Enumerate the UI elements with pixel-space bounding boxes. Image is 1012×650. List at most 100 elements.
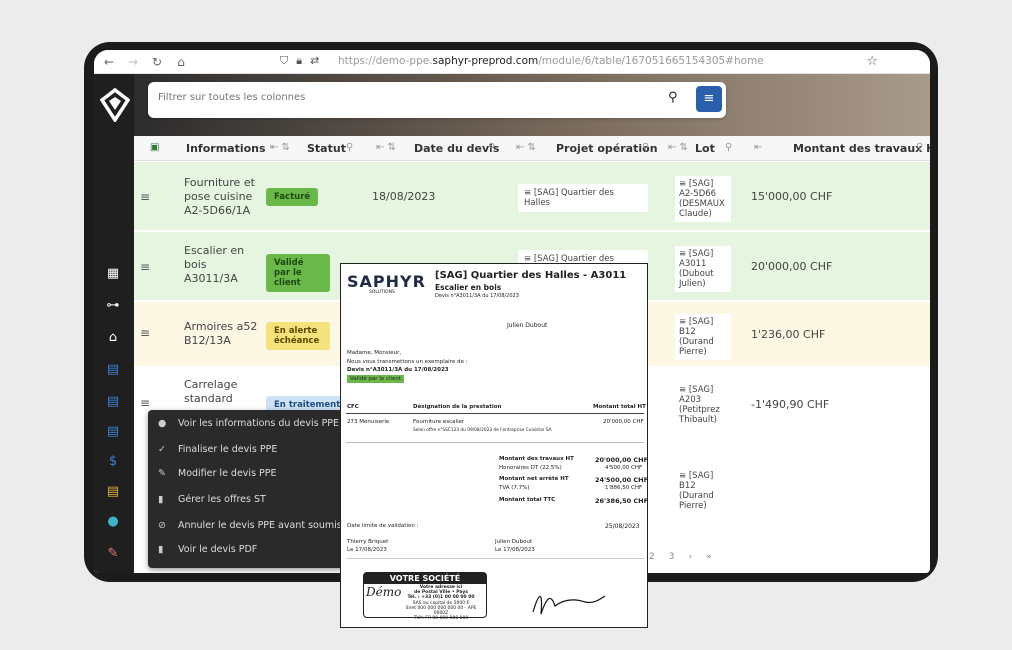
column-total: Montant total HT <box>593 404 646 410</box>
status-badge: Facturé <box>266 188 319 206</box>
stamp-signature: Démo <box>366 585 402 599</box>
sort-icon[interactable]: ⇤ ⇅ <box>668 142 688 153</box>
row-menu-icon[interactable]: ≡ <box>140 326 150 340</box>
document-icon[interactable]: ▤ <box>104 394 122 410</box>
search-icon[interactable]: ⚲ <box>668 90 678 105</box>
context-menu: ● Voir les informations du devis PPE ✓ Fin… <box>148 410 376 568</box>
building-icon[interactable]: ▦ <box>104 266 122 282</box>
lot-chip[interactable]: ≡ [SAG] B12 (Durand Pierre) <box>675 314 731 360</box>
total-label: Honoraires DT (22.5%) <box>499 465 562 471</box>
line-amount: 20'000,00 CHF <box>603 419 644 425</box>
address-bar[interactable]: https://demo-ppe.saphyr-preprod.com/modu… <box>338 55 764 67</box>
eye-icon: ● <box>158 418 167 429</box>
user-icon[interactable]: ● <box>104 514 122 530</box>
divider <box>346 558 644 559</box>
menu-item-view-info[interactable]: ● Voir les informations du devis PPE <box>158 418 339 429</box>
menu-item-view-pdf[interactable]: ▮ Voir le devis PDF <box>158 544 257 555</box>
table-row[interactable]: ≡ Fourniture et pose cuisine A2-5D66/1A Fa… <box>134 162 930 230</box>
sort-icon[interactable]: ⇤ ⇅ <box>270 142 290 153</box>
row-menu-icon[interactable]: ≡ <box>140 260 150 274</box>
search-icon[interactable]: ⚲ <box>488 142 495 153</box>
lot-chip[interactable]: ≡ [SAG] A2-5D66 (DESMAUX Claude) <box>675 176 731 222</box>
sort-icon[interactable]: ⇤ ⇅ <box>516 142 536 153</box>
table-header: ▣ Informations ⇤ ⇅ Statut ⚲ ⇤ ⇅ Date du … <box>134 136 930 161</box>
document-icon[interactable]: ▤ <box>104 424 122 440</box>
search-icon[interactable]: ⚲ <box>916 142 923 153</box>
shield-icon[interactable]: ⛉ <box>280 54 288 68</box>
last-page-link[interactable]: » <box>706 552 712 562</box>
column-header[interactable]: Montant des travaux HT <box>793 142 930 155</box>
stamp-line: Siret 000 000 000 000 00 - APE 0000Z <box>405 605 477 617</box>
status-badge: En alerte échéance <box>266 322 330 350</box>
paint-brush-icon[interactable]: ✎ <box>104 546 122 562</box>
signatory-right-date: Le 17/08/2023 <box>495 547 535 553</box>
column-header[interactable]: Statut <box>307 142 346 155</box>
signatory-left: Thierry Briquet <box>347 539 389 545</box>
filter-input[interactable] <box>158 92 638 103</box>
row-menu-icon[interactable]: ≡ <box>140 396 150 410</box>
page-link[interactable]: 2 <box>649 552 655 562</box>
permissions-icon[interactable]: ⇄ <box>310 54 319 68</box>
lot-chip[interactable]: ≡ [SAG] B12 (Durand Pierre) <box>675 468 731 514</box>
forward-icon[interactable]: → <box>124 55 142 69</box>
total-value: 24'500,00 CHF <box>595 476 648 484</box>
amount: -1'490,90 CHF <box>751 398 830 411</box>
reload-icon[interactable]: ↻ <box>148 55 166 69</box>
amount: 1'236,00 CHF <box>751 328 826 341</box>
stamp-title: VOTRE SOCIÉTÉ <box>364 573 486 584</box>
network-icon[interactable]: ⊶ <box>104 298 122 314</box>
browser-toolbar: ← → ↻ ⌂ ⛉ 🔒︎ ⇄ https://demo-ppe.saphyr-p… <box>94 50 930 74</box>
column-header[interactable]: Date du devis <box>414 142 499 155</box>
search-icon[interactable]: ⚲ <box>346 142 353 153</box>
quote-date: 18/08/2023 <box>372 190 436 203</box>
quote-reference: Devis n°A3011/3A du 17/08/2023 <box>347 367 449 373</box>
status-badge: Validé par le client <box>347 375 405 383</box>
total-value: 20'000,00 CHF <box>595 456 648 464</box>
file-icon: ▮ <box>158 544 164 555</box>
row-menu-icon[interactable]: ≡ <box>140 190 150 204</box>
menu-item-edit[interactable]: ✎ Modifier le devis PPE <box>158 468 277 479</box>
total-value: 1'886,50 CHF <box>605 485 643 491</box>
report-icon[interactable]: ▤ <box>104 484 122 500</box>
divider <box>346 442 644 443</box>
brand-logo: SAPHYR <box>347 272 426 291</box>
lot-chip[interactable]: ≡ [SAG] A3011 (Dubout Julien) <box>675 246 731 292</box>
column-header[interactable]: Lot <box>695 142 715 155</box>
status-badge: Validé par le client <box>266 254 330 292</box>
excel-export-icon[interactable]: ▣ <box>150 142 159 153</box>
project-chip[interactable]: ≡ [SAG] Quartier des Halles <box>518 184 648 212</box>
menu-button[interactable]: ≡ <box>696 86 722 112</box>
document-icon[interactable]: ▤ <box>104 362 122 378</box>
saphyr-logo[interactable] <box>100 88 130 122</box>
lot-chip[interactable]: ≡ [SAG] A203 (Petitprez Thibault) <box>675 382 731 428</box>
invoice-icon[interactable]: $ <box>104 454 122 470</box>
pagination: 2 3 › » <box>649 552 712 562</box>
amount: 15'000,00 CHF <box>751 190 833 203</box>
house-icon[interactable]: ⌂ <box>104 330 122 346</box>
recipient: Julien Dubout <box>507 322 548 329</box>
menu-item-finalize[interactable]: ✓ Finaliser le devis PPE <box>158 444 277 455</box>
next-page-link[interactable]: › <box>688 552 692 562</box>
search-icon[interactable]: ⚲ <box>642 142 649 153</box>
doc-subtitle: Escalier en bois <box>435 283 502 292</box>
greeting: Madame, Monsieur, <box>347 350 402 356</box>
back-icon[interactable]: ← <box>100 55 118 69</box>
bookmark-star-icon[interactable]: ☆ <box>866 54 878 69</box>
intro-text: Nous vous transmettons un exemplaire de … <box>347 359 468 365</box>
signatory-right: Julien Dubout <box>495 539 533 545</box>
total-value: 4'500,00 CHF <box>605 465 643 471</box>
pdf-preview[interactable]: SAPHYR SOLUTIONS [SAG] Quartier des Hall… <box>340 263 648 628</box>
stamp-line: TVA: FR 00 000 000 000 <box>413 616 469 622</box>
doc-reference: Devis n°A3011/3A du 17/08/2023 <box>435 293 519 299</box>
menu-item-manage-offers[interactable]: ▮ Gérer les offres ST <box>158 494 266 505</box>
sort-icon[interactable]: ⇤ ⇅ <box>376 142 396 153</box>
page-link[interactable]: 3 <box>669 552 675 562</box>
lock-icon[interactable]: 🔒︎ <box>296 54 302 68</box>
home-icon[interactable]: ⌂ <box>172 55 190 69</box>
total-label: Montant des travaux HT <box>499 456 574 462</box>
search-icon[interactable]: ⚲ <box>725 142 732 153</box>
column-cfc: CFC <box>347 404 359 410</box>
file-icon: ▮ <box>158 494 164 505</box>
column-header[interactable]: Informations <box>186 142 266 155</box>
sort-icon[interactable]: ⇤ <box>754 142 762 153</box>
